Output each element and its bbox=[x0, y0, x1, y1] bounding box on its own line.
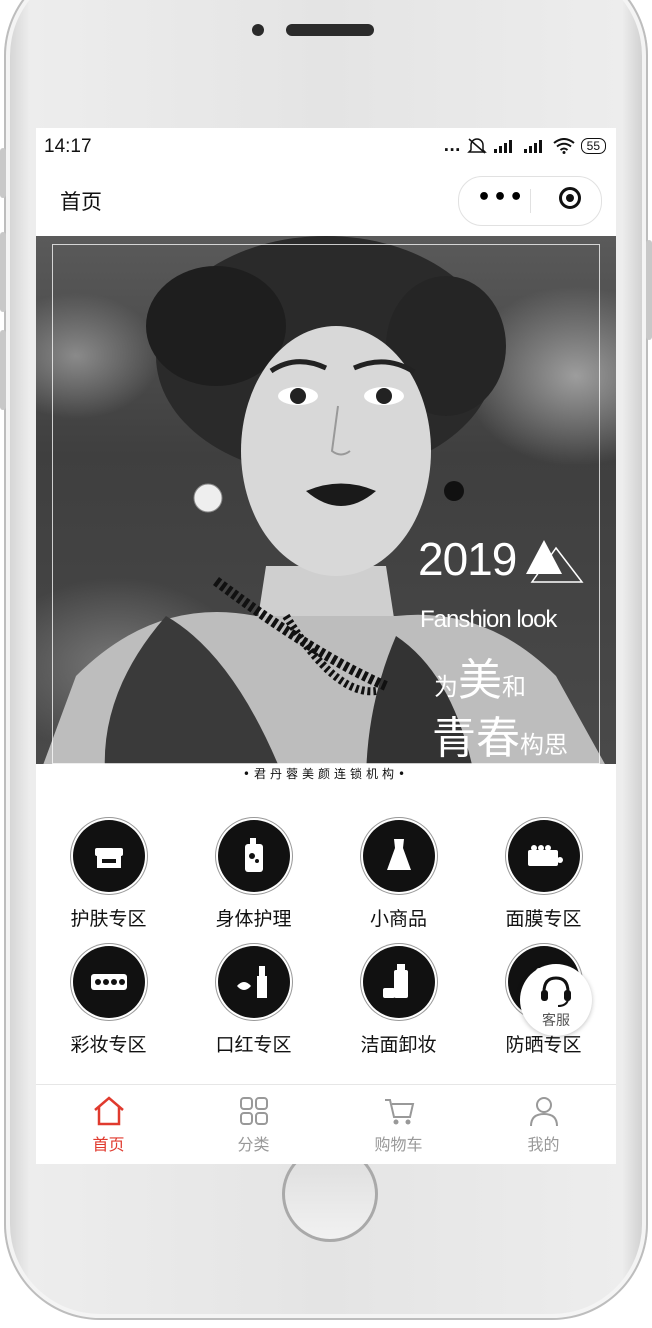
category-item[interactable]: 护肤专区 bbox=[36, 820, 181, 931]
category-item[interactable]: 身体护理 bbox=[181, 820, 326, 931]
banner-slogan-line1: 为美和 bbox=[434, 644, 526, 708]
tab-bar: 首页 分类 购物车 我的 bbox=[36, 1084, 616, 1164]
volume-down-button bbox=[0, 330, 6, 410]
category-item[interactable]: 洁面卸妆 bbox=[326, 946, 471, 1057]
mute-bell-icon bbox=[466, 138, 487, 154]
category-label: 彩妆专区 bbox=[70, 1034, 147, 1056]
navigation-bar: 首页 ••• bbox=[36, 164, 616, 236]
slogan-part: 为 bbox=[434, 673, 458, 701]
slogan-part: 美 bbox=[458, 655, 502, 706]
banner-year: 2019 bbox=[418, 533, 517, 585]
miniprogram-capsule: ••• bbox=[458, 176, 602, 226]
lotion-bottle-icon bbox=[217, 820, 290, 892]
volume-up-button bbox=[0, 232, 6, 312]
tab-cart[interactable]: 购物车 bbox=[326, 1095, 471, 1155]
tab-label: 购物车 bbox=[374, 1135, 423, 1154]
status-time: 14:17 bbox=[44, 136, 92, 157]
hero-banner[interactable]: 2019 Fanshion look 为美和 青春构思 •君丹蓉美颜连锁机构• bbox=[36, 236, 616, 784]
eyeshadow-palette-icon bbox=[72, 946, 145, 1018]
cart-icon bbox=[384, 1099, 414, 1125]
cream-jar-icon bbox=[72, 820, 145, 892]
power-button bbox=[646, 240, 652, 340]
cell-signal-icon bbox=[493, 140, 512, 153]
app-screen: 14:17 ... 55 首页 ••• 2019 Fanshion look 为… bbox=[36, 128, 616, 1164]
cell-signal-2-icon bbox=[523, 140, 542, 153]
category-label: 洁面卸妆 bbox=[360, 1034, 437, 1056]
lipstick-icon bbox=[217, 946, 290, 1018]
tab-label: 首页 bbox=[92, 1135, 125, 1154]
category-label: 护肤专区 bbox=[70, 908, 147, 930]
tab-label: 我的 bbox=[527, 1135, 560, 1154]
dress-icon bbox=[362, 820, 435, 892]
category-item[interactable]: 小商品 bbox=[326, 820, 471, 931]
mask-tray-icon bbox=[507, 820, 580, 892]
status-bar: 14:17 ... 55 bbox=[36, 128, 616, 164]
category-label: 身体护理 bbox=[215, 908, 292, 930]
earpiece-speaker bbox=[286, 24, 374, 36]
category-item[interactable]: 面膜专区 bbox=[471, 820, 616, 931]
banner-caption: •君丹蓉美颜连锁机构• bbox=[36, 764, 616, 784]
slogan-part: 和 bbox=[502, 673, 526, 701]
capsule-divider bbox=[530, 189, 531, 213]
tab-home[interactable]: 首页 bbox=[36, 1095, 181, 1155]
category-label: 口红专区 bbox=[215, 1034, 292, 1056]
category-item[interactable]: 口红专区 bbox=[181, 946, 326, 1057]
banner-slogan-line2: 青春构思 bbox=[432, 702, 568, 766]
close-miniprogram-icon[interactable] bbox=[559, 187, 581, 209]
category-label: 小商品 bbox=[369, 908, 427, 930]
tab-label: 分类 bbox=[237, 1135, 270, 1154]
wifi-icon bbox=[553, 138, 575, 154]
headset-icon bbox=[541, 976, 571, 1007]
page-title: 首页 bbox=[60, 190, 102, 214]
category-item[interactable]: 彩妆专区 bbox=[36, 946, 181, 1057]
battery-indicator: 55 bbox=[580, 138, 606, 154]
more-menu-icon[interactable]: ••• bbox=[477, 187, 523, 213]
grid-icon bbox=[239, 1097, 268, 1125]
home-icon bbox=[93, 1096, 124, 1126]
status-icons: ... 55 bbox=[444, 137, 606, 155]
cleanser-bottle-icon bbox=[362, 946, 435, 1018]
tab-mine[interactable]: 我的 bbox=[471, 1095, 616, 1155]
mute-switch bbox=[0, 148, 6, 198]
customer-service-button[interactable]: 客服 bbox=[520, 964, 592, 1036]
sensor-dot bbox=[252, 24, 264, 36]
customer-service-label: 客服 bbox=[542, 1013, 570, 1029]
triangle-logo-icon bbox=[526, 540, 584, 583]
slogan-part: 青春 bbox=[432, 713, 520, 764]
tab-category[interactable]: 分类 bbox=[181, 1095, 326, 1155]
user-icon bbox=[529, 1097, 558, 1127]
banner-subtitle: Fanshion look bbox=[420, 606, 557, 633]
slogan-part: 构思 bbox=[520, 731, 568, 759]
signal-dots: ... bbox=[443, 137, 461, 155]
category-label: 面膜专区 bbox=[505, 908, 582, 930]
